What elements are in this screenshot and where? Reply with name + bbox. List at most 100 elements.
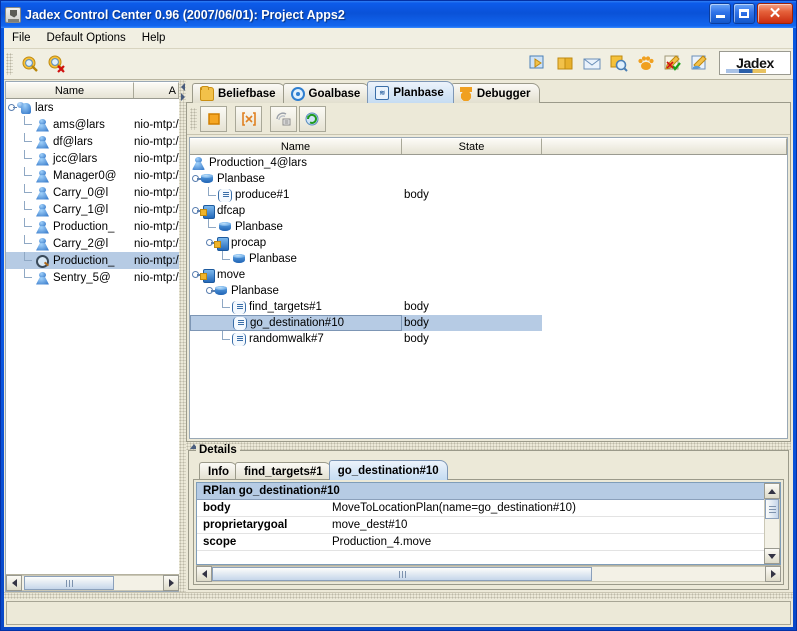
plan-row-randomwalk-7[interactable]: randomwalk#7 body bbox=[190, 331, 787, 347]
plan-row-state-cell: body bbox=[402, 315, 542, 331]
start-agent-magnifier-icon[interactable] bbox=[16, 51, 42, 77]
plan-toolbar-grip[interactable] bbox=[190, 107, 197, 130]
trace-button[interactable] bbox=[270, 105, 297, 132]
tree-row-label: Carry_0@l bbox=[53, 186, 109, 199]
tab-planbase[interactable]: ≋ Planbase bbox=[367, 81, 454, 103]
scroll-right-button[interactable] bbox=[163, 575, 179, 591]
plan-row-name-cell: move bbox=[190, 267, 402, 283]
window-title: Jadex Control Center 0.96 (2007/06/01): … bbox=[25, 7, 345, 22]
agent-tree-body[interactable]: lars ams@lars nio-mtp:/ df@lars nio-mtp:… bbox=[6, 99, 179, 574]
plan-row-find-targets-1[interactable]: find_targets#1 body bbox=[190, 299, 787, 315]
tree-row-production-3[interactable]: Production_ nio-mtp:/ bbox=[6, 218, 179, 235]
tab-debugger[interactable]: Debugger bbox=[450, 83, 541, 103]
starter-icon[interactable] bbox=[525, 50, 551, 76]
plan-row-go-destination-10-selected[interactable]: go_destination#10 body bbox=[190, 315, 787, 331]
scroll-track[interactable] bbox=[212, 566, 765, 582]
column-header-name[interactable]: Name bbox=[190, 138, 402, 154]
scroll-up-button[interactable] bbox=[764, 483, 780, 499]
maximize-button[interactable] bbox=[733, 3, 755, 24]
menu-default-options[interactable]: Default Options bbox=[39, 29, 134, 47]
property-row-proprietarygoal[interactable]: proprietarygoal move_dest#10 bbox=[197, 517, 764, 534]
scroll-thumb[interactable] bbox=[24, 576, 114, 590]
tree-row-carry-2[interactable]: Carry_2@l nio-mtp:/ bbox=[6, 235, 179, 252]
expand-handle-icon[interactable] bbox=[6, 100, 17, 116]
expand-handle-icon[interactable] bbox=[190, 171, 201, 187]
expand-handle-icon[interactable] bbox=[190, 203, 201, 219]
column-header-state[interactable]: State bbox=[402, 138, 542, 154]
capability-icon bbox=[200, 204, 215, 219]
tree-row-lars[interactable]: lars bbox=[6, 99, 179, 116]
scroll-track-vertical[interactable] bbox=[764, 499, 780, 548]
collapse-right-arrow-icon[interactable] bbox=[180, 93, 185, 101]
awareness-paw-icon[interactable] bbox=[633, 50, 659, 76]
plan-row-dfcap-planbase[interactable]: Planbase bbox=[190, 219, 787, 235]
property-row-scope[interactable]: scope Production_4.move bbox=[197, 534, 764, 551]
tree-row-ams[interactable]: ams@lars nio-mtp:/ bbox=[6, 116, 179, 133]
tree-row-jcc[interactable]: jcc@lars nio-mtp:/ bbox=[6, 150, 179, 167]
plan-row-planbase-root[interactable]: Planbase bbox=[190, 171, 787, 187]
horizontal-splitter[interactable] bbox=[186, 442, 791, 450]
agent-icon bbox=[34, 134, 50, 150]
step-brackets-button[interactable] bbox=[235, 105, 262, 132]
agent-tree-hscrollbar[interactable] bbox=[6, 574, 179, 591]
tree-row-carry-0[interactable]: Carry_0@l nio-mtp:/ bbox=[6, 184, 179, 201]
scroll-left-button[interactable] bbox=[196, 566, 212, 582]
details-tab-info[interactable]: Info bbox=[199, 462, 239, 480]
details-tab-find-targets-1[interactable]: find_targets#1 bbox=[235, 462, 332, 480]
scroll-down-button[interactable] bbox=[764, 548, 780, 564]
library-book-icon[interactable] bbox=[552, 50, 578, 76]
details-tab-go-destination-10[interactable]: go_destination#10 bbox=[328, 460, 448, 480]
column-header-name[interactable]: Name bbox=[6, 82, 134, 98]
tab-goalbase[interactable]: Goalbase bbox=[282, 83, 371, 103]
plan-tree-body[interactable]: Production_4@lars Planbase produce#1 bod… bbox=[190, 155, 787, 438]
kill-agent-magnifier-icon[interactable] bbox=[43, 51, 69, 77]
close-button[interactable]: ✕ bbox=[757, 3, 793, 24]
stop-square-button[interactable] bbox=[200, 105, 227, 132]
plan-row-move-planbase[interactable]: Planbase bbox=[190, 283, 787, 299]
properties-vscrollbar[interactable] bbox=[764, 483, 780, 564]
expand-handle-icon[interactable] bbox=[204, 283, 215, 299]
message-envelope-icon[interactable] bbox=[579, 50, 605, 76]
property-value: Production_4.move bbox=[332, 536, 432, 548]
collapse-left-arrow-icon[interactable] bbox=[180, 83, 185, 91]
scroll-thumb-vertical[interactable] bbox=[765, 499, 779, 519]
scroll-track[interactable] bbox=[22, 575, 163, 591]
menu-help[interactable]: Help bbox=[134, 29, 174, 47]
scroll-left-button[interactable] bbox=[6, 575, 22, 591]
plan-row-move[interactable]: move bbox=[190, 267, 787, 283]
expand-handle-icon[interactable] bbox=[190, 267, 201, 283]
editor-pencil-icon[interactable] bbox=[687, 50, 713, 76]
tree-row-address: nio-mtp:/ bbox=[134, 237, 179, 250]
toolbar-grip[interactable] bbox=[6, 53, 13, 75]
column-header-address[interactable]: A bbox=[134, 82, 179, 98]
scroll-right-button[interactable] bbox=[765, 566, 781, 582]
tree-row-sentry-5[interactable]: Sentry_5@ nio-mtp:/ bbox=[6, 269, 179, 286]
tab-beliefbase[interactable]: Beliefbase bbox=[192, 83, 286, 103]
testcenter-pencil-icon[interactable] bbox=[660, 50, 686, 76]
planbase-icon bbox=[214, 284, 228, 298]
tree-row-df[interactable]: df@lars nio-mtp:/ bbox=[6, 133, 179, 150]
plan-row-production-4[interactable]: Production_4@lars bbox=[190, 155, 787, 171]
plan-row-procap[interactable]: procap bbox=[190, 235, 787, 251]
introspector-magnifier-icon[interactable] bbox=[606, 50, 632, 76]
vertical-splitter[interactable] bbox=[179, 80, 186, 592]
plan-row-produce-1[interactable]: produce#1 body bbox=[190, 187, 787, 203]
menu-file[interactable]: File bbox=[4, 29, 39, 47]
plan-row-procap-planbase[interactable]: Planbase bbox=[190, 251, 787, 267]
tree-row-carry-1[interactable]: Carry_1@l nio-mtp:/ bbox=[6, 201, 179, 218]
property-row-body[interactable]: body MoveToLocationPlan(name=go_destinat… bbox=[197, 500, 764, 517]
refresh-button[interactable] bbox=[299, 105, 326, 132]
expand-handle-icon[interactable] bbox=[204, 235, 215, 251]
minimize-button[interactable] bbox=[709, 3, 731, 24]
main-split-pane: Name A lars ams@lars nio-mtp:/ df@lars n… bbox=[4, 80, 793, 592]
bottom-splitter[interactable] bbox=[4, 592, 793, 599]
properties-hscrollbar[interactable] bbox=[196, 565, 781, 582]
tree-elbow-icon bbox=[218, 251, 232, 267]
scroll-thumb[interactable] bbox=[212, 567, 592, 581]
tree-row-production-4-selected[interactable]: Production_ nio-mtp:/ bbox=[6, 252, 179, 269]
tree-row-manager0[interactable]: Manager0@ nio-mtp:/ bbox=[6, 167, 179, 184]
plan-properties-table[interactable]: RPlan go_destination#10 body MoveToLocat… bbox=[197, 483, 764, 564]
plan-row-dfcap[interactable]: dfcap bbox=[190, 203, 787, 219]
